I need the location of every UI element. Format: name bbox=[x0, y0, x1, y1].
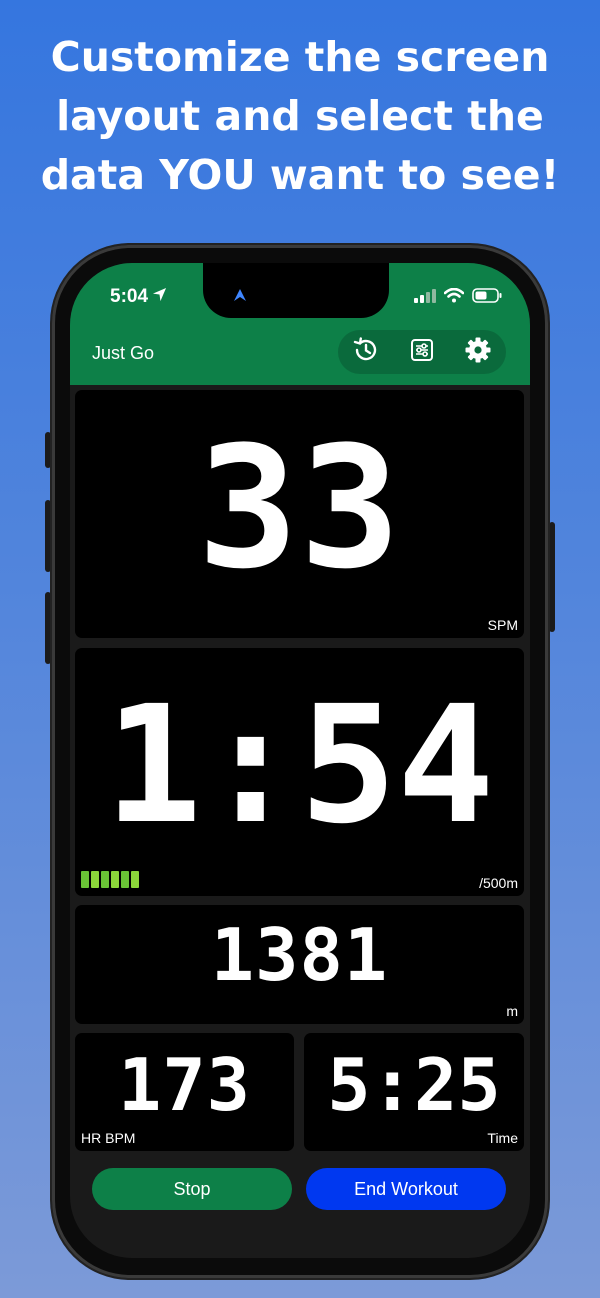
stroke-rate-value: 33 bbox=[197, 410, 402, 606]
pace-tile[interactable]: 1:54 /500m bbox=[75, 648, 524, 896]
heart-rate-value: 173 bbox=[117, 1043, 252, 1127]
phone-screen: 5:04 Just Go 33 SPM 1:54 /500m 1381 m 17… bbox=[70, 263, 530, 1258]
heart-rate-unit: HR BPM bbox=[81, 1130, 136, 1146]
headline-line-1: Customize the screen bbox=[50, 33, 550, 81]
settings-button[interactable] bbox=[458, 332, 498, 372]
status-indicators bbox=[414, 287, 502, 308]
intensity-bar bbox=[121, 871, 129, 888]
intensity-bars bbox=[81, 871, 139, 888]
elapsed-time-tile[interactable]: 5:25 Time bbox=[304, 1033, 524, 1151]
status-time: 5:04 bbox=[110, 286, 167, 308]
pace-unit: /500m bbox=[479, 875, 518, 891]
distance-unit: m bbox=[506, 1003, 518, 1019]
history-icon bbox=[352, 336, 380, 369]
app-header: 5:04 Just Go bbox=[70, 263, 530, 385]
app-title: Just Go bbox=[92, 343, 155, 363]
header-toolbar bbox=[338, 330, 506, 374]
wifi-icon bbox=[443, 287, 465, 308]
promo-headline: Customize the screen layout and select t… bbox=[0, 28, 600, 205]
camera-notch bbox=[203, 263, 389, 318]
history-button[interactable] bbox=[346, 332, 386, 372]
gear-icon bbox=[464, 336, 492, 369]
distance-value: 1381 bbox=[210, 913, 389, 997]
intensity-bar bbox=[91, 871, 99, 888]
location-arrow-icon bbox=[152, 286, 167, 308]
headline-line-2: layout and select the bbox=[56, 92, 544, 140]
elapsed-time-unit: Time bbox=[487, 1130, 518, 1146]
intensity-bar bbox=[101, 871, 109, 888]
intensity-bar bbox=[81, 871, 89, 888]
distance-tile[interactable]: 1381 m bbox=[75, 905, 524, 1024]
end-workout-button[interactable]: End Workout bbox=[306, 1168, 506, 1210]
pace-value: 1:54 bbox=[104, 672, 495, 860]
battery-icon bbox=[472, 288, 502, 308]
layout-settings-button[interactable] bbox=[402, 332, 442, 372]
phone-power-button bbox=[549, 522, 555, 632]
heart-rate-tile[interactable]: 173 HR BPM bbox=[75, 1033, 294, 1151]
stop-button[interactable]: Stop bbox=[92, 1168, 292, 1210]
stroke-rate-tile[interactable]: 33 SPM bbox=[75, 390, 524, 638]
sliders-icon bbox=[410, 338, 434, 367]
headline-line-3: data YOU want to see! bbox=[40, 151, 560, 199]
navigation-arrow-icon bbox=[233, 288, 247, 305]
stroke-rate-unit: SPM bbox=[487, 617, 518, 633]
intensity-bar bbox=[131, 871, 139, 888]
elapsed-time-value: 5:25 bbox=[327, 1043, 501, 1127]
phone-volume-up bbox=[45, 500, 51, 572]
phone-mute-switch bbox=[45, 432, 51, 468]
intensity-bar bbox=[111, 871, 119, 888]
cellular-signal-icon bbox=[414, 288, 436, 308]
phone-volume-down bbox=[45, 592, 51, 664]
